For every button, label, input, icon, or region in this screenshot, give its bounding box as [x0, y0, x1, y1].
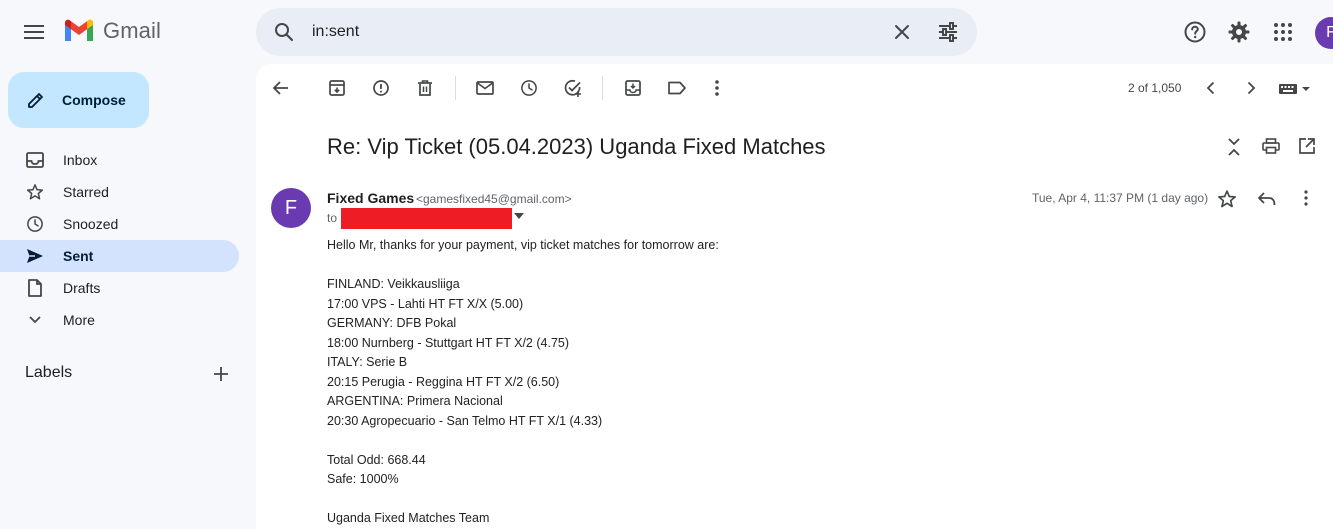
- sidebar-item-label: Starred: [63, 184, 109, 200]
- compose-button[interactable]: Compose: [8, 72, 149, 128]
- sidebar-item-inbox[interactable]: Inbox: [0, 144, 239, 176]
- email-body-line: 18:00 Nurnberg - Stuttgart HT FT X/2 (4.…: [327, 335, 570, 350]
- label-tag-icon[interactable]: [667, 78, 687, 98]
- clear-search-icon[interactable]: [890, 20, 914, 44]
- email-subject: Re: Vip Ticket (05.04.2023) Uganda Fixed…: [327, 134, 826, 159]
- email-body-line: Hello Mr, thanks for your payment, vip t…: [327, 238, 719, 252]
- email-body-line: 20:30 Agropecuario - San Telmo HT FT X/1…: [327, 413, 603, 428]
- clock-icon: [26, 215, 44, 233]
- email-body-line: Uganda Fixed Matches Team: [327, 511, 490, 525]
- search-options-icon[interactable]: [936, 20, 960, 44]
- email-body-line: [327, 431, 1127, 451]
- send-icon: [26, 248, 44, 264]
- email-body: Hello Mr, thanks for your payment, vip t…: [327, 236, 1127, 529]
- sender-name[interactable]: Fixed Games: [327, 190, 414, 206]
- report-spam-icon[interactable]: [371, 78, 391, 98]
- gmail-logo[interactable]: Gmail: [63, 18, 161, 44]
- settings-gear-icon[interactable]: [1227, 20, 1251, 44]
- snooze-clock-icon[interactable]: [519, 78, 539, 98]
- compose-label: Compose: [62, 92, 126, 108]
- message-more-options-icon[interactable]: [1304, 190, 1308, 206]
- email-body-line: FINLAND: Veikkausliiga: [327, 277, 460, 291]
- sidebar-item-label: Sent: [63, 248, 94, 264]
- hamburger-menu-icon: [24, 25, 44, 39]
- app-name: Gmail: [103, 18, 161, 43]
- archive-icon[interactable]: [327, 78, 347, 98]
- labels-heading: Labels: [25, 364, 73, 381]
- email-body-line: Safe: 1000%: [327, 472, 399, 486]
- toolbar-divider: [455, 76, 456, 100]
- reply-arrow-icon[interactable]: [1257, 190, 1277, 208]
- search-bar: [256, 8, 977, 56]
- email-body-line: ITALY: Serie B: [327, 355, 408, 369]
- draft-icon: [26, 279, 44, 297]
- toolbar-divider: [602, 76, 603, 100]
- search-icon[interactable]: [272, 20, 296, 44]
- gmail-m-icon: [65, 19, 93, 41]
- sidebar-item-label: Drafts: [63, 280, 101, 296]
- back-arrow-icon[interactable]: [271, 78, 291, 98]
- email-body-line: ARGENTINA: Primera Nacional: [327, 394, 503, 408]
- more-options-vertical-icon[interactable]: [707, 78, 727, 98]
- show-details-dropdown-icon[interactable]: [514, 213, 524, 219]
- move-to-icon[interactable]: [623, 78, 643, 98]
- star-message-icon[interactable]: [1217, 189, 1237, 209]
- pagination-count: 2 of 1,050: [1128, 81, 1182, 95]
- chevron-down-icon: [26, 315, 44, 325]
- open-in-new-window-icon[interactable]: [1298, 137, 1316, 155]
- input-tools-keyboard-icon[interactable]: [1278, 83, 1312, 95]
- email-body-line: 17:00 VPS - Lahti HT FT X/X (5.00): [327, 296, 524, 311]
- email-body-line: Total Odd: 668.44: [327, 452, 426, 467]
- sidebar-item-drafts[interactable]: Drafts: [0, 272, 239, 304]
- newer-chevron-left-icon[interactable]: [1201, 78, 1221, 98]
- sidebar-item-sent[interactable]: Sent: [0, 240, 239, 272]
- collapse-all-icon[interactable]: [1226, 137, 1242, 157]
- apps-grid-icon[interactable]: [1271, 20, 1295, 44]
- email-date: Tue, Apr 4, 11:37 PM (1 day ago): [1032, 191, 1209, 205]
- sidebar-item-starred[interactable]: Starred: [0, 176, 239, 208]
- sender-avatar[interactable]: F: [271, 188, 311, 228]
- pencil-icon: [28, 93, 43, 108]
- print-icon[interactable]: [1262, 138, 1280, 154]
- sidebar-item-label: More: [63, 312, 95, 328]
- email-body-line: [327, 256, 1127, 276]
- sidebar-item-label: Inbox: [63, 152, 98, 168]
- add-to-tasks-icon[interactable]: [563, 78, 583, 98]
- sidebar-item-label: Snoozed: [63, 216, 119, 232]
- sidebar-item-snoozed[interactable]: Snoozed: [0, 208, 239, 240]
- star-icon: [26, 183, 44, 201]
- recipient-label: to: [327, 211, 338, 225]
- redacted-recipient: [341, 208, 512, 229]
- mark-unread-mail-icon[interactable]: [475, 78, 495, 98]
- sender-email: <gamesfixed45@gmail.com>: [416, 192, 572, 206]
- older-chevron-right-icon[interactable]: [1241, 78, 1261, 98]
- help-icon[interactable]: [1183, 20, 1207, 44]
- inbox-icon: [26, 152, 44, 168]
- search-input[interactable]: [312, 20, 872, 44]
- email-body-line: GERMANY: DFB Pokal: [327, 316, 457, 330]
- email-body-line: [327, 490, 1127, 510]
- add-label-icon[interactable]: [212, 365, 230, 383]
- account-avatar[interactable]: F: [1315, 17, 1333, 49]
- email-body-line: 20:15 Perugia - Reggina HT FT X/2 (6.50): [327, 374, 560, 389]
- delete-trash-icon[interactable]: [415, 78, 435, 98]
- sidebar-item-more[interactable]: More: [0, 304, 239, 336]
- main-menu-button[interactable]: [14, 12, 54, 52]
